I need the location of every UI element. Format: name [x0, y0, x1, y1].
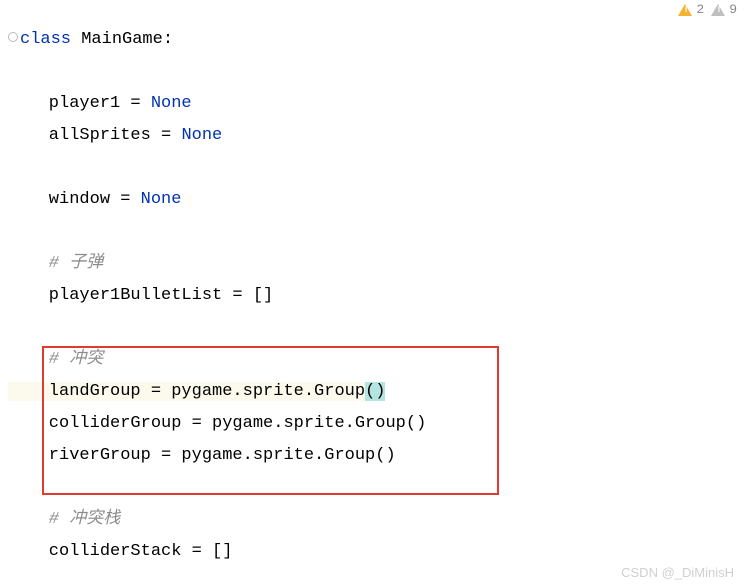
blank-line [8, 56, 746, 88]
code-line: player1BulletList = [] [8, 280, 746, 312]
weak-warning-count: 9 [729, 2, 737, 17]
code-line: # 子弹 [8, 248, 746, 280]
code-line: riverGroup = pygame.sprite.Group() [8, 440, 746, 472]
inspection-warnings[interactable]: ! 2 ! 9 [678, 2, 740, 17]
code-text: colliderGroup = pygame.sprite.Group() [8, 414, 426, 433]
code-text: allSprites = [8, 126, 181, 145]
code-text: riverGroup = pygame.sprite.Group() [8, 446, 396, 465]
code-line: window = None [8, 184, 746, 216]
comment: # 子弹 [8, 254, 103, 273]
weak-warning-icon: ! [711, 4, 725, 16]
code-line: colliderStack = [] [8, 536, 746, 568]
code-line: # 冲突栈 [8, 504, 746, 536]
none-keyword: None [181, 126, 222, 145]
code-line: allSprites = None [8, 120, 746, 152]
code-text: player1 = [8, 94, 151, 113]
code-line: # 冲突 [8, 344, 746, 376]
code-text: colliderStack = [] [8, 542, 232, 561]
blank-line [8, 152, 746, 184]
code-line: landGroup = pygame.sprite.Group() [8, 376, 746, 408]
none-keyword: None [151, 94, 192, 113]
watermark: CSDN @_DiMinisH [621, 565, 734, 580]
keyword-class: class [20, 30, 71, 49]
comment: # 冲突栈 [8, 510, 120, 529]
warning-count: 2 [696, 2, 704, 17]
class-name: MainGame: [71, 30, 173, 49]
blank-line [8, 312, 746, 344]
blank-line [8, 472, 746, 504]
class-gutter-icon[interactable] [8, 32, 18, 42]
code-line: class MainGame: [8, 24, 746, 56]
comment: # 冲突 [8, 350, 103, 369]
warning-icon: ! [678, 4, 692, 16]
blank-line [8, 216, 746, 248]
cursor-selection: () [365, 382, 385, 401]
code-text: player1BulletList = [] [8, 286, 273, 305]
code-editor[interactable]: class MainGame: player1 = None allSprite… [0, 0, 746, 568]
code-line: player1 = None [8, 88, 746, 120]
code-text: landGroup = pygame.sprite.Group [8, 382, 365, 401]
code-line: colliderGroup = pygame.sprite.Group() [8, 408, 746, 440]
none-keyword: None [141, 190, 182, 209]
code-text: window = [8, 190, 141, 209]
